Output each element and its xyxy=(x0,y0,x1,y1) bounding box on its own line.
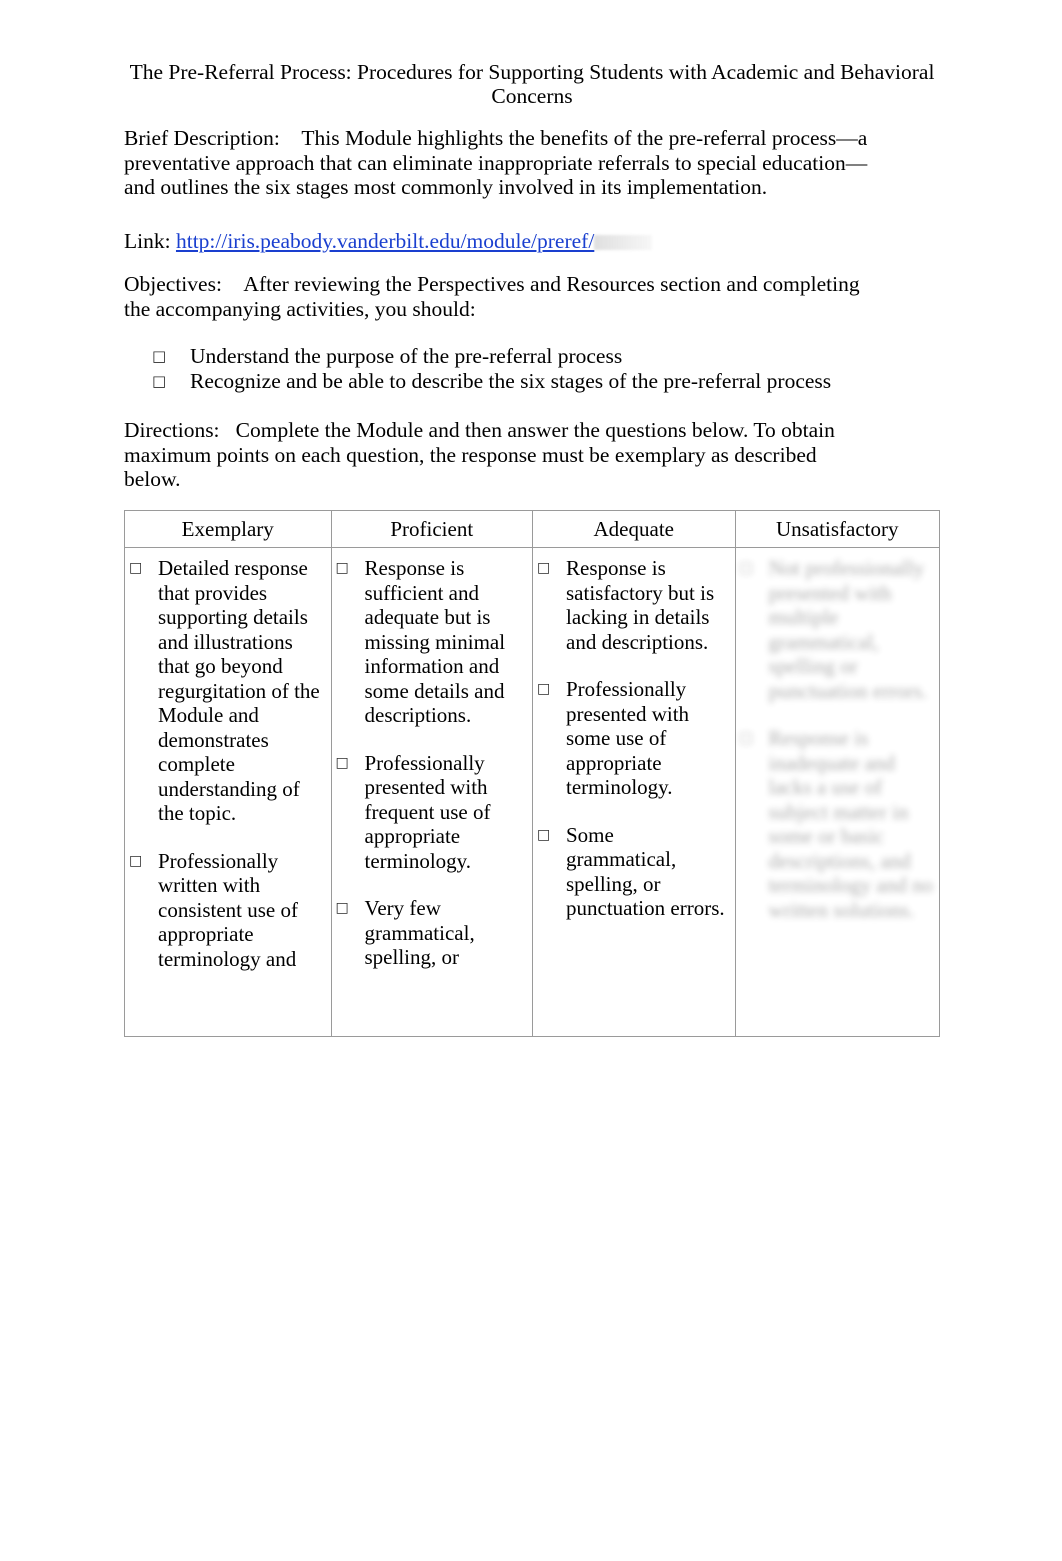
brief-description-paragraph: Brief Description: This Module highlight… xyxy=(124,126,876,200)
rubric-column-proficient: Proficient □ Response is sufficient and … xyxy=(331,511,533,1036)
list-item: □ Understand the purpose of the pre-refe… xyxy=(152,344,922,369)
square-bullet-icon: □ xyxy=(335,754,349,771)
column-header: Unsatisfactory xyxy=(735,511,939,548)
rubric-item: □ Professionally presented with frequent… xyxy=(336,751,527,874)
rubric-item-text: Some grammatical, spelling, or punctuati… xyxy=(566,822,725,921)
objectives-paragraph: Objectives: After reviewing the Perspect… xyxy=(124,272,876,321)
rubric-item-text: Professionally written with consistent u… xyxy=(158,848,298,971)
rubric-item: □ Response is sufficient and adequate bu… xyxy=(336,556,527,728)
link-label: Link: xyxy=(124,229,171,253)
rubric-item: □ Professionally presented with some use… xyxy=(537,677,729,800)
rubric-item: □ Response is satisfactory but is lackin… xyxy=(537,556,729,654)
column-header: Exemplary xyxy=(125,511,331,548)
link-line: Link: http://iris.peabody.vanderbilt.edu… xyxy=(124,229,653,254)
square-bullet-icon: □ xyxy=(537,826,551,843)
rubric-item-text: Professionally presented with frequent u… xyxy=(364,750,491,873)
brief-description-label: Brief Description: xyxy=(124,126,280,150)
rubric-column-unsatisfactory: Unsatisfactory □ Not professionally pres… xyxy=(735,511,940,1036)
column-body: □ Not professionally presented with mult… xyxy=(736,548,940,922)
rubric-item-text: Professionally presented with some use o… xyxy=(566,677,690,799)
module-link[interactable]: http://iris.peabody.vanderbilt.edu/modul… xyxy=(176,229,594,253)
square-bullet-icon: □ xyxy=(739,560,753,576)
rubric-item-text: Response is satisfactory but is lacking … xyxy=(566,556,715,654)
list-item: □ Recognize and be able to describe the … xyxy=(152,369,922,394)
square-bullet-icon: □ xyxy=(537,560,551,576)
document-page: The Pre-Referral Process: Procedures for… xyxy=(0,0,1062,1561)
square-bullet-icon: □ xyxy=(152,372,167,390)
rubric-item: □ Not professionally presented with mult… xyxy=(740,556,934,703)
rubric-item-text: Response is inadequate and lacks a use o… xyxy=(768,726,933,922)
rubric-item: □ Very few grammatical, spelling, or xyxy=(336,896,527,970)
directions-label: Directions: xyxy=(124,418,220,442)
directions-paragraph: Directions: Complete the Module and then… xyxy=(124,418,876,492)
rubric-item: □ Detailed response that provides suppor… xyxy=(129,556,325,826)
square-bullet-icon: □ xyxy=(335,900,349,916)
objective-item-text: Understand the purpose of the pre-referr… xyxy=(190,344,623,368)
objective-item-text: Recognize and be able to describe the si… xyxy=(190,369,832,393)
rubric-item-text: Not professionally presented with multip… xyxy=(768,556,928,703)
rubric-item-text: Very few grammatical, spelling, or xyxy=(364,896,475,969)
rubric-column-adequate: Adequate □ Response is satisfactory but … xyxy=(533,511,736,1036)
square-bullet-icon: □ xyxy=(129,852,143,869)
objectives-text: After reviewing the Perspectives and Res… xyxy=(124,272,860,321)
square-bullet-icon: □ xyxy=(739,730,753,746)
objectives-list: □ Understand the purpose of the pre-refe… xyxy=(152,344,922,394)
square-bullet-icon: □ xyxy=(129,560,143,576)
square-bullet-icon: □ xyxy=(152,347,167,365)
column-body: □ Response is satisfactory but is lackin… xyxy=(533,548,735,921)
rubric-item: □ Professionally written with consistent… xyxy=(129,849,325,972)
rubric-column-exemplary: Exemplary □ Detailed response that provi… xyxy=(125,511,332,1036)
directions-text: Complete the Module and then answer the … xyxy=(124,418,835,491)
link-smudge-artifact xyxy=(594,235,653,250)
rubric-item: □ Response is inadequate and lacks a use… xyxy=(740,726,934,922)
square-bullet-icon: □ xyxy=(537,681,551,697)
column-body: □ Detailed response that provides suppor… xyxy=(125,548,331,971)
column-body: □ Response is sufficient and adequate bu… xyxy=(332,548,533,970)
rubric-item-text: Response is sufficient and adequate but … xyxy=(364,556,506,727)
column-header: Adequate xyxy=(533,511,735,548)
page-title: The Pre-Referral Process: Procedures for… xyxy=(129,60,935,108)
rubric-item: □ Some grammatical, spelling, or punctua… xyxy=(537,823,729,921)
objectives-label: Objectives: xyxy=(124,272,222,296)
square-bullet-icon: □ xyxy=(335,560,349,576)
rubric-table: Exemplary □ Detailed response that provi… xyxy=(124,510,940,1037)
column-header: Proficient xyxy=(331,511,532,548)
rubric-item-text: Detailed response that provides supporti… xyxy=(158,556,320,825)
